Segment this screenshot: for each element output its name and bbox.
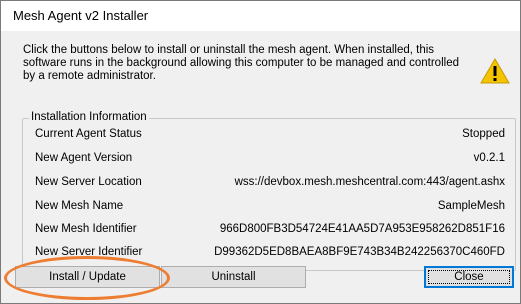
info-row-current-agent-status: Current Agent Status Stopped <box>35 128 505 146</box>
info-row-new-mesh-name: New Mesh Name SampleMesh <box>35 200 505 218</box>
info-row-new-server-identifier: New Server Identifier D99362D5ED8BAEA8BF… <box>35 246 505 264</box>
uninstall-button[interactable]: Uninstall <box>161 266 306 288</box>
info-value: 966D800FB3D54724E41AA5D7A953E958262D851F… <box>219 223 505 235</box>
info-value: D99362D5ED8BAEA8BF9E743B34B242256370C460… <box>214 246 505 258</box>
info-row-new-server-location: New Server Location wss://devbox.mesh.me… <box>35 176 505 194</box>
close-button[interactable]: Close <box>424 266 514 288</box>
info-label: New Mesh Name <box>35 200 124 212</box>
info-value: Stopped <box>462 128 505 140</box>
info-row-new-agent-version: New Agent Version v0.2.1 <box>35 152 505 170</box>
install-update-button[interactable]: Install / Update <box>15 266 160 288</box>
warning-icon <box>480 58 510 84</box>
installation-info-group: Installation Information Current Agent S… <box>22 111 516 271</box>
info-label: New Server Location <box>35 176 142 188</box>
info-value: v0.2.1 <box>473 152 505 164</box>
info-row-new-mesh-identifier: New Mesh Identifier 966D800FB3D54724E41A… <box>35 223 505 241</box>
info-value: wss://devbox.mesh.meshcentral.com:443/ag… <box>234 176 505 188</box>
close-button-label: Close <box>454 271 484 283</box>
info-label: Current Agent Status <box>35 128 142 140</box>
title-bar[interactable]: Mesh Agent v2 Installer <box>1 1 520 31</box>
info-value: SampleMesh <box>437 200 505 212</box>
info-label: New Mesh Identifier <box>35 223 137 235</box>
window-title: Mesh Agent v2 Installer <box>13 8 149 23</box>
installer-window: Mesh Agent v2 Installer Click the button… <box>0 0 521 304</box>
installation-info-legend: Installation Information <box>29 111 149 123</box>
info-label: New Agent Version <box>35 152 133 164</box>
description-text: Click the buttons below to install or un… <box>23 44 459 82</box>
info-label: New Server Identifier <box>35 246 143 258</box>
